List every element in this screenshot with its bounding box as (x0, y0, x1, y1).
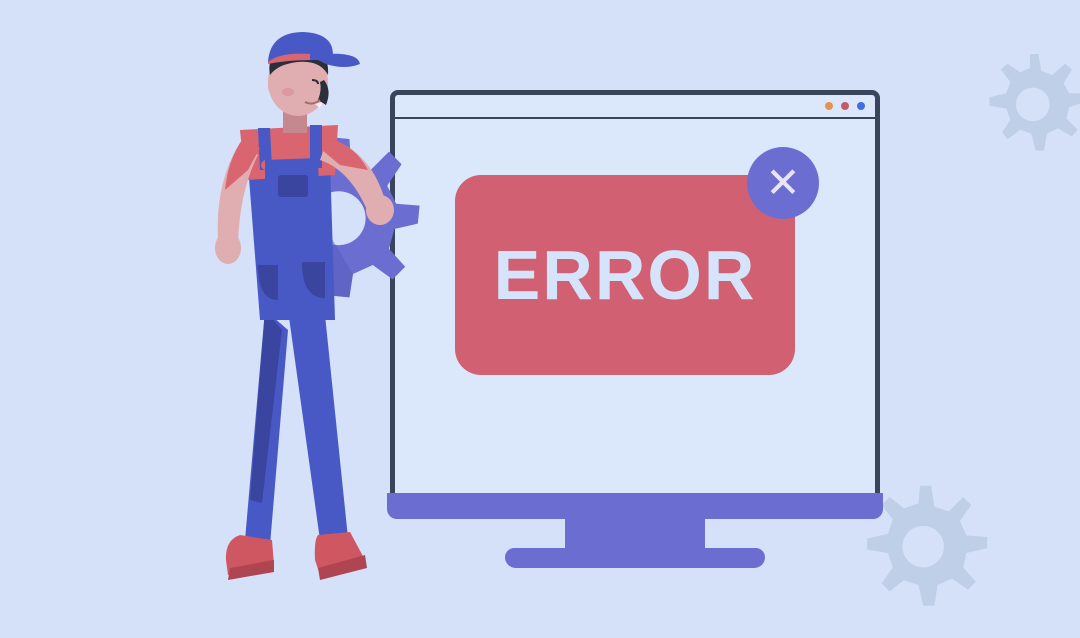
window-dot-icon (857, 102, 865, 110)
error-label: ERROR (494, 235, 757, 315)
window-dot-icon (825, 102, 833, 110)
close-icon: ✕ (765, 162, 800, 204)
monitor-base (505, 548, 765, 568)
monitor-screen: ERROR ✕ (390, 90, 880, 510)
computer-monitor: ERROR ✕ (390, 90, 880, 510)
illustration-scene: ERROR ✕ (0, 0, 1080, 608)
technician-illustration (170, 20, 430, 595)
error-dialog: ERROR ✕ (455, 175, 795, 375)
window-dot-icon (841, 102, 849, 110)
window-titlebar (395, 95, 875, 119)
monitor-stand (565, 500, 705, 555)
close-button[interactable]: ✕ (747, 147, 819, 219)
background-gear-icon (960, 40, 1080, 185)
